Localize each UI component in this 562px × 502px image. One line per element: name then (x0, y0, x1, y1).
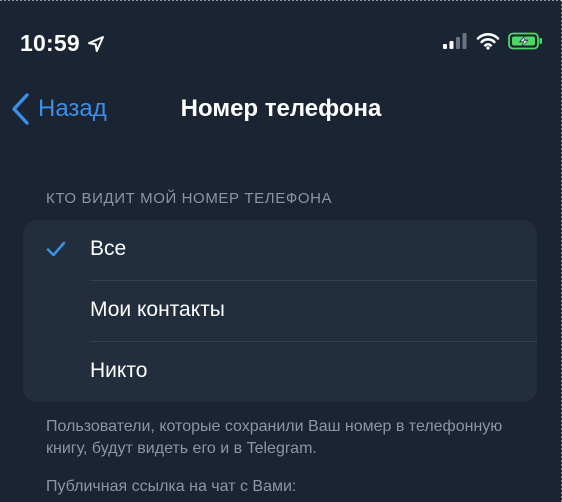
status-bar: 10:59 (0, 0, 562, 80)
visibility-options-group: Все Мои контакты Никто (23, 220, 537, 402)
privacy-footer-note: Пользователи, которые сохранили Ваш номе… (46, 418, 503, 457)
frame-edge-top (0, 0, 562, 1)
status-time-group: 10:59 (20, 30, 106, 57)
cellular-signal-icon (442, 32, 468, 50)
option-nobody[interactable]: Никто (23, 342, 537, 402)
location-arrow-icon (86, 34, 106, 54)
status-indicators (442, 32, 544, 50)
status-time: 10:59 (20, 30, 80, 56)
option-everyone[interactable]: Все (23, 220, 537, 281)
option-label: Никто (90, 359, 148, 382)
navigation-bar: Назад Номер телефона (0, 80, 562, 140)
wifi-icon (476, 32, 500, 50)
phone-number-privacy-screen: 10:59 Назад Номер телефона КТО ВИДИТ МОЙ… (0, 0, 562, 502)
option-my-contacts[interactable]: Мои контакты (23, 281, 537, 342)
option-label: Мои контакты (90, 298, 225, 321)
battery-charging-icon (508, 32, 544, 50)
option-label: Все (90, 237, 127, 260)
page-title: Номер телефона (180, 95, 382, 122)
checkmark-icon (45, 238, 67, 260)
section-header: КТО ВИДИТ МОЙ НОМЕР ТЕЛЕФОНА (46, 190, 333, 207)
public-link-label: Публичная ссылка на чат с Вами: (46, 478, 297, 495)
